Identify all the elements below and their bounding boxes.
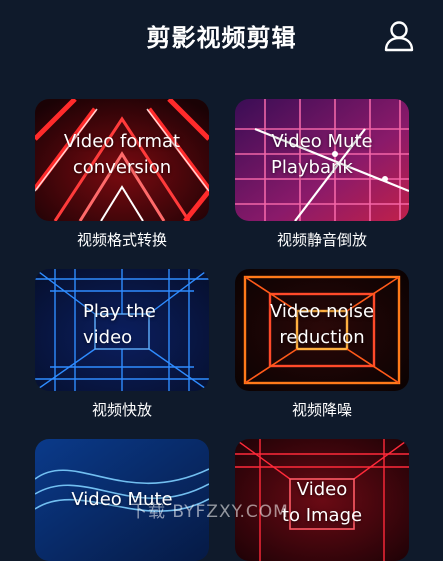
card-label: Video Mute Playbank (235, 129, 409, 181)
card-label-line2: conversion (72, 157, 172, 178)
card-label: Video format conversion (35, 129, 209, 181)
video-format-conversion-card[interactable]: Video format conversion (35, 99, 209, 221)
card-label: Play the video (35, 299, 209, 351)
watermark-text: 下载 BYFZXY.COM (130, 502, 289, 522)
video-format-conversion-caption[interactable]: 视频格式转换 (35, 229, 209, 250)
card-label-line1: Video Mute (271, 131, 373, 152)
card-label-line1: Video noise (269, 301, 375, 322)
video-noise-reduction-caption[interactable]: 视频降噪 (235, 399, 409, 420)
page-title: 剪影视频剪辑 (146, 24, 297, 52)
play-the-video-caption[interactable]: 视频快放 (35, 399, 209, 420)
card-label-line1: Video format (63, 131, 181, 152)
video-mute-playback-card[interactable]: Video Mute Playbank (235, 99, 409, 221)
play-the-video-card[interactable]: Play the video (35, 269, 209, 391)
card-label-line2: video (83, 327, 133, 348)
card-label-line2: Playbank (271, 157, 353, 178)
card-label-line1: Play the (83, 301, 156, 322)
video-mute-playback-caption[interactable]: 视频静音倒放 (235, 229, 409, 250)
card-label: Video noise reduction (235, 299, 409, 351)
card-label-line2: reduction (279, 327, 365, 348)
user-icon[interactable] (384, 20, 414, 52)
video-noise-reduction-card[interactable]: Video noise reduction (235, 269, 409, 391)
app-header: 剪影视频剪辑 (0, 0, 443, 80)
